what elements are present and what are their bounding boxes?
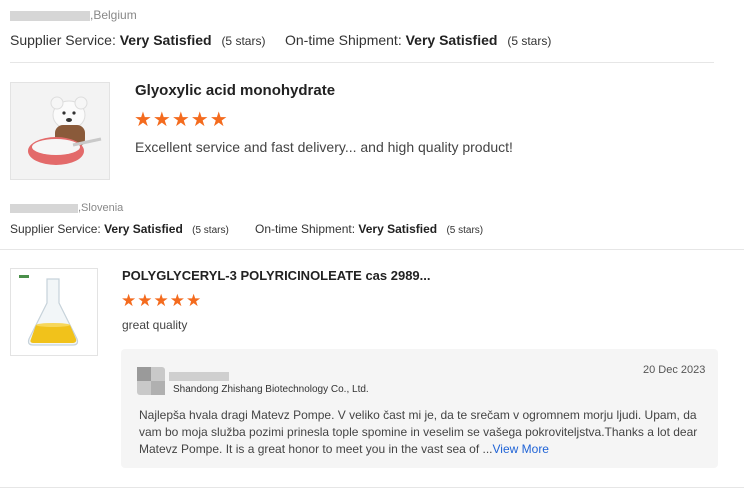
view-more-link[interactable]: View More — [493, 442, 549, 456]
divider — [0, 249, 744, 250]
reply-text: Najlepša hvala dragi Matevz Pompe. V vel… — [139, 407, 705, 458]
teddy-bear-with-bowl-image — [11, 83, 109, 179]
supplier-service-label: Supplier Service: — [10, 32, 116, 48]
shipment-stars: (5 stars) — [507, 34, 552, 48]
shipment-value: Very Satisfied — [358, 222, 438, 236]
star-rating: ★★★★★ — [121, 291, 203, 310]
review-comment: Excellent service and fast delivery... a… — [135, 139, 513, 155]
shipment-stars: (5 stars) — [446, 225, 484, 236]
supplier-reply: Shandong Zhishang Biotechnology Co., Ltd… — [121, 349, 718, 468]
reviewer-location: ,Belgium — [10, 8, 137, 22]
reply-body: Najlepša hvala dragi Matevz Pompe. V vel… — [139, 408, 698, 456]
product-thumbnail[interactable] — [10, 82, 110, 180]
flask-image — [11, 269, 97, 355]
supplier-service-rating: Supplier Service: Very Satisfied (5 star… — [10, 32, 265, 48]
location-country: ,Belgium — [90, 8, 137, 22]
reviewer-name-blurred — [10, 203, 78, 213]
location-country: ,Slovenia — [78, 202, 124, 214]
shipment-label: On-time Shipment: — [255, 222, 356, 236]
supplier-service-value: Very Satisfied — [104, 222, 183, 236]
supplier-avatar — [137, 367, 165, 395]
supplier-service-value: Very Satisfied — [119, 32, 212, 48]
reply-date: 20 Dec 2023 — [643, 364, 706, 376]
divider — [0, 487, 744, 488]
review-comment: great quality — [122, 318, 188, 332]
shipment-rating: On-time Shipment: Very Satisfied (5 star… — [255, 222, 483, 236]
reviewer-name-blurred — [10, 10, 90, 21]
divider — [10, 62, 714, 63]
shipment-value: Very Satisfied — [405, 32, 498, 48]
shipment-rating: On-time Shipment: Very Satisfied (5 star… — [285, 32, 551, 48]
product-title[interactable]: Glyoxylic acid monohydrate — [135, 82, 335, 99]
supplier-company: Shandong Zhishang Biotechnology Co., Ltd… — [173, 384, 369, 395]
supplier-service-label: Supplier Service: — [10, 222, 101, 236]
supplier-service-stars: (5 stars) — [192, 225, 229, 236]
supplier-service-rating: Supplier Service: Very Satisfied (5 star… — [10, 222, 229, 236]
reviewer-location: ,Slovenia — [10, 202, 123, 214]
product-title[interactable]: POLYGLYCERYL-3 POLYRICINOLEATE cas 2989.… — [122, 268, 431, 283]
product-thumbnail[interactable] — [10, 268, 98, 356]
shipment-label: On-time Shipment: — [285, 32, 402, 48]
supplier-service-stars: (5 stars) — [221, 34, 266, 48]
star-rating: ★★★★★ — [134, 109, 229, 131]
